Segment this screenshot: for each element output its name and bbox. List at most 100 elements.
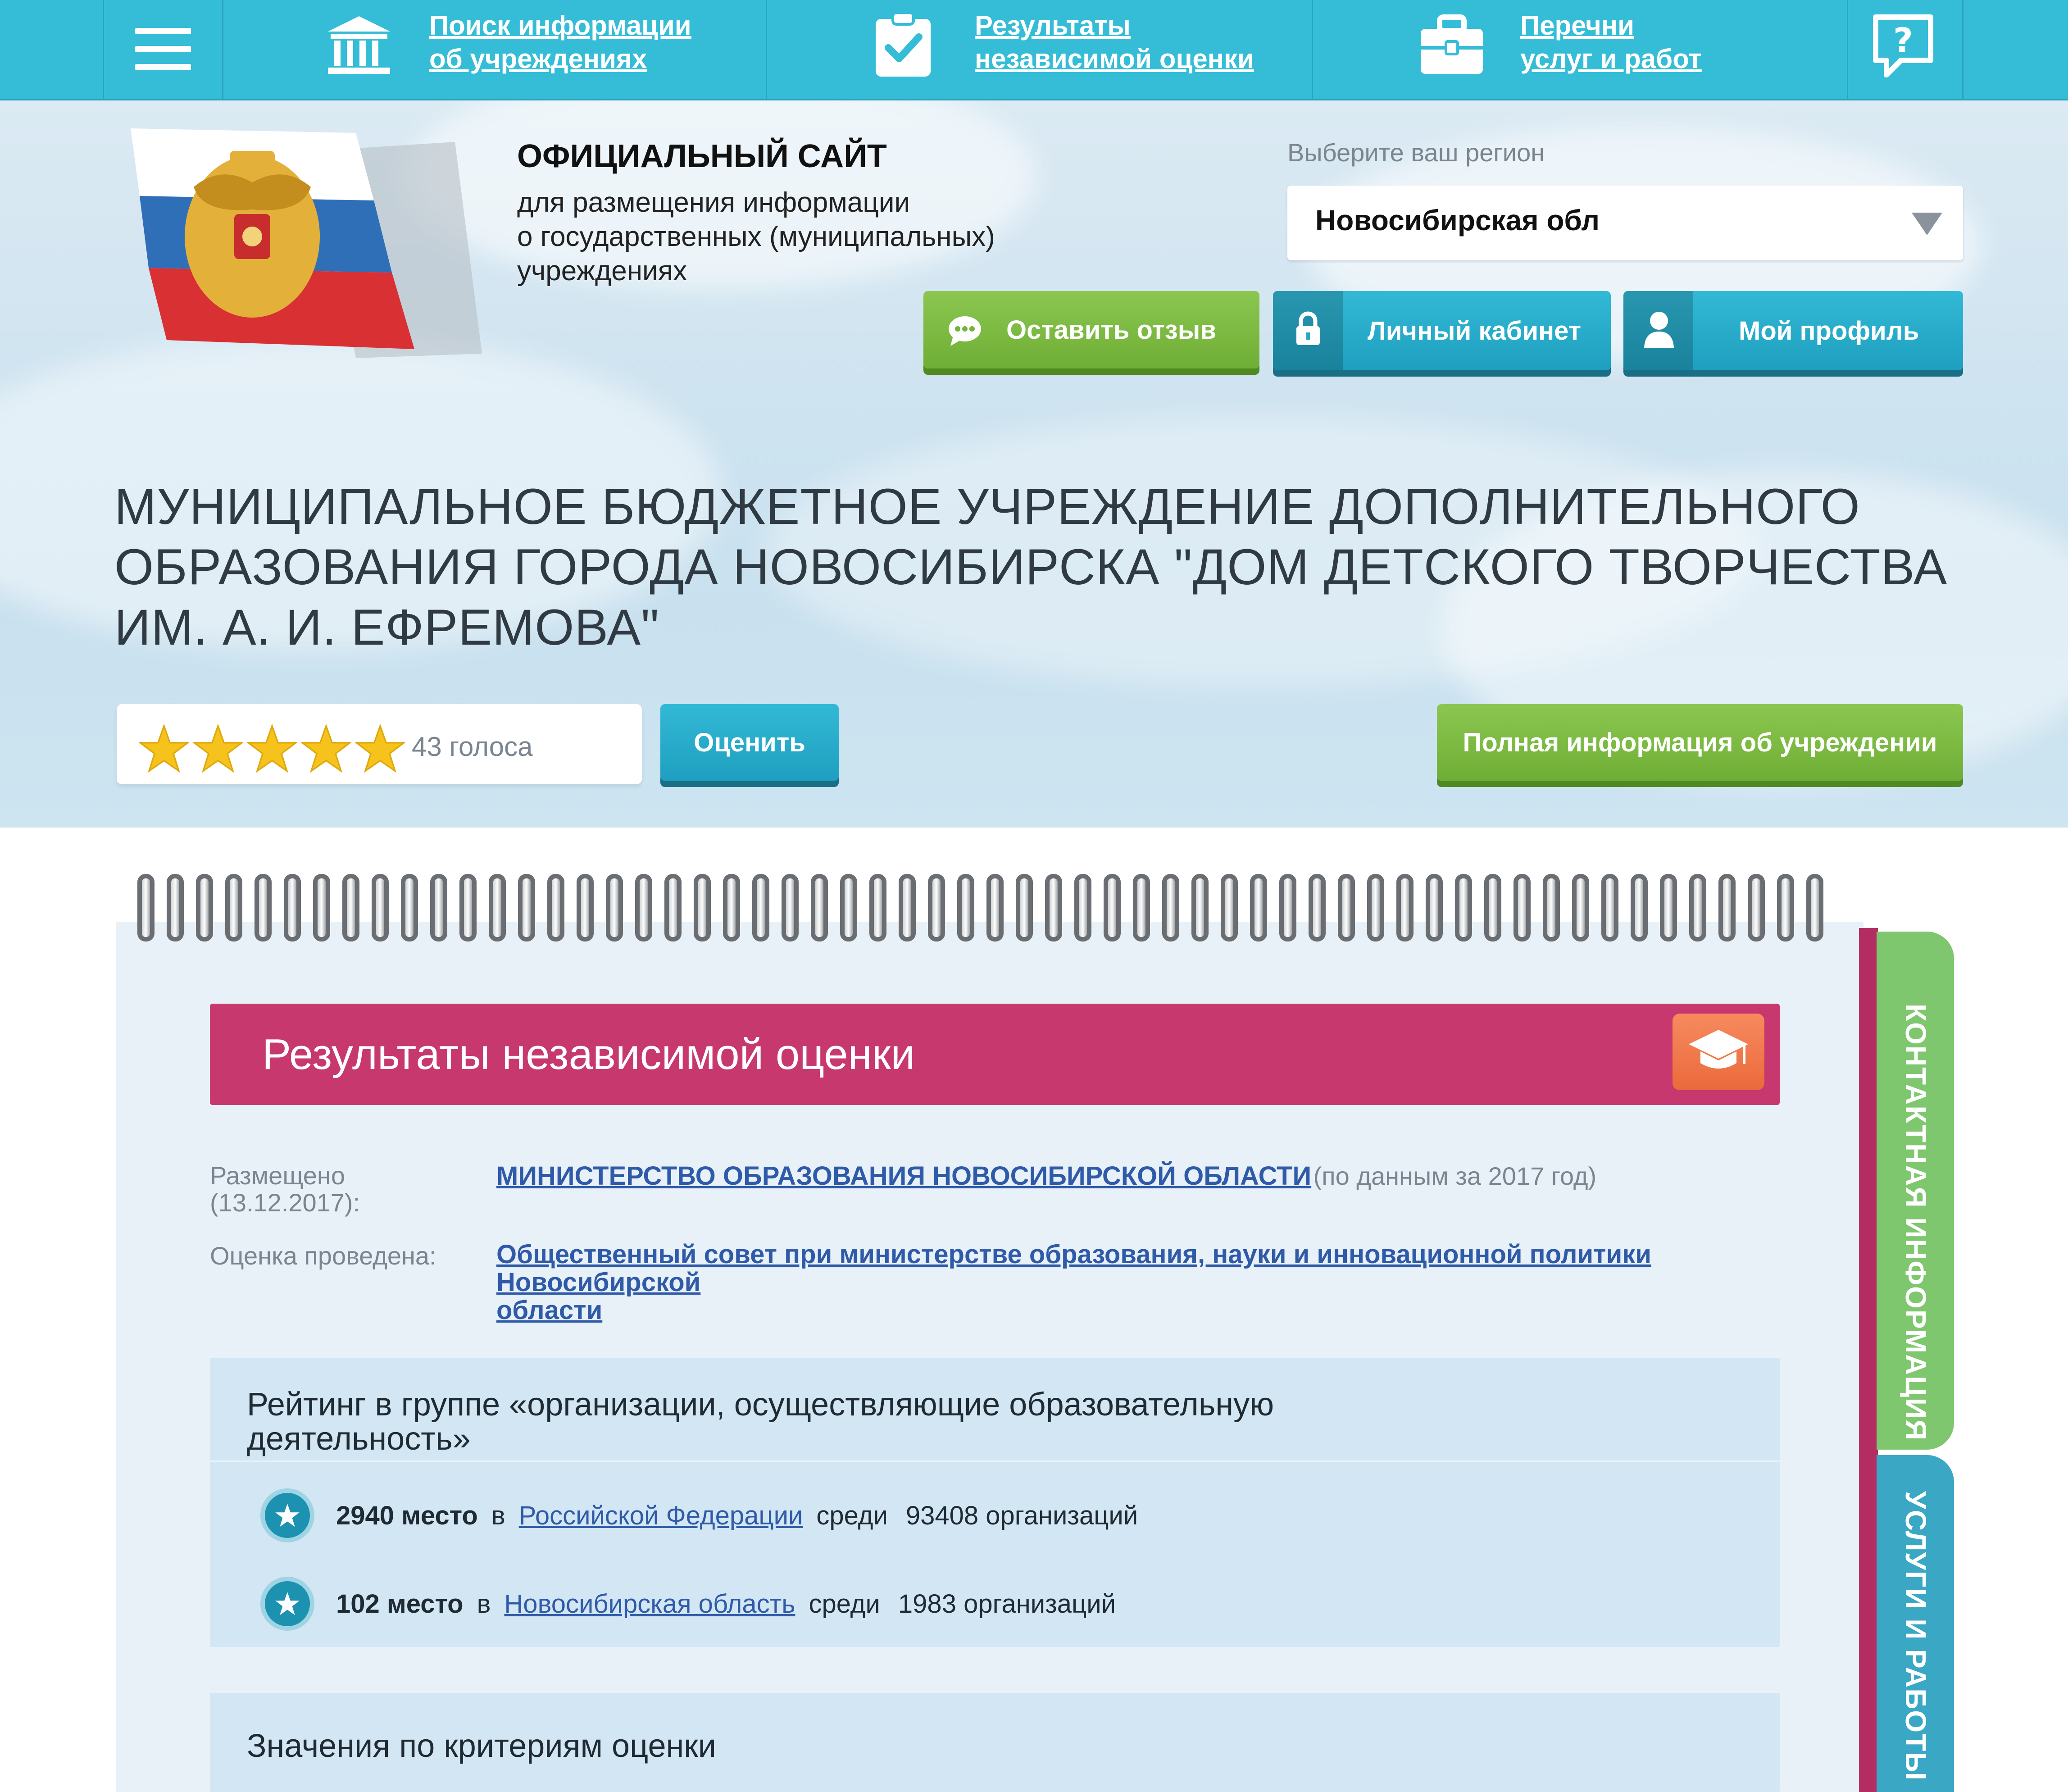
rank-place: 102 место (336, 1589, 464, 1619)
spiral-coil (459, 874, 477, 941)
nav-results-line1: Результаты (975, 10, 1131, 41)
spiral-coil (430, 874, 447, 941)
spiral-coil (869, 874, 886, 941)
spiral-coil (518, 874, 535, 941)
leave-feedback-label: Оставить отзыв (1006, 315, 1216, 345)
spiral-coil (1367, 874, 1384, 941)
spiral-coil (1074, 874, 1091, 941)
nav-service-lists-link[interactable]: Перечни услуг и работ (1520, 9, 1702, 76)
spiral-coil (342, 874, 359, 941)
spiral-coil (694, 874, 711, 941)
star-rating-widget[interactable]: 43 голоса (117, 704, 642, 784)
rank-region-link[interactable]: Новосибирская область (504, 1589, 795, 1619)
spiral-coil (1279, 874, 1296, 941)
region-select-value: Новосибирская обл (1315, 204, 1600, 237)
nav-search-institutions-link[interactable]: Поиск информации об учреждениях (429, 9, 691, 76)
spiral-coil (1250, 874, 1267, 941)
posted-label-line2: (13.12.2017): (210, 1188, 360, 1217)
tab-services-label: УСЛУГИ И РАБОТЫ (1900, 1491, 1932, 1781)
rank-among: среди (809, 1589, 880, 1619)
spiral-coil (1748, 874, 1765, 941)
my-profile-button[interactable]: Мой профиль (1623, 291, 1963, 370)
spiral-coil (1309, 874, 1326, 941)
chevron-down-icon (1912, 213, 1942, 235)
help-chat-icon[interactable]: ? (1869, 11, 1937, 78)
spiral-coil (401, 874, 418, 941)
rank-among: среди (816, 1501, 888, 1530)
tab-services-works[interactable]: УСЛУГИ И РАБОТЫ (1877, 1455, 1954, 1792)
rate-button[interactable]: Оценить (660, 704, 839, 781)
rating-panel: Рейтинг в группе «организации, осуществл… (210, 1358, 1780, 1647)
spiral-coil (489, 874, 506, 941)
star-icon[interactable] (355, 724, 405, 773)
rank-region-link[interactable]: Российской Федерации (519, 1501, 803, 1531)
posted-by-row: МИНИСТЕРСТВО ОБРАЗОВАНИЯ НОВОСИБИРСКОЙ О… (496, 1161, 1596, 1191)
rank-count: 1983 организаций (898, 1589, 1116, 1619)
spiral-coil (1191, 874, 1209, 941)
menu-icon[interactable] (135, 28, 194, 73)
spiral-coil (752, 874, 769, 941)
spiral-coil (1718, 874, 1736, 941)
lock-icon (1296, 311, 1320, 345)
spiral-coil (1689, 874, 1706, 941)
spiral-coil (225, 874, 242, 941)
nav-search-line2: об учреждениях (429, 44, 647, 74)
spiral-coil (1572, 874, 1589, 941)
lock-icon-cell (1273, 291, 1343, 370)
rank-row-region: 102 место в Новосибирская область среди … (260, 1577, 1116, 1631)
spiral-coil (1221, 874, 1238, 941)
nav-divider (1962, 0, 1963, 99)
rank-count: 93408 организаций (905, 1501, 1138, 1530)
star-icon[interactable] (301, 724, 351, 773)
spiral-coil (547, 874, 564, 941)
nav-divider (766, 0, 767, 99)
spiral-coil (1396, 874, 1414, 941)
rank-in: в (491, 1501, 505, 1530)
institution-title: МУНИЦИПАЛЬНОЕ БЮДЖЕТНОЕ УЧРЕЖДЕНИЕ ДОПОЛ… (114, 477, 2006, 658)
spiral-coil (635, 874, 652, 941)
spiral-coil (664, 874, 682, 941)
institution-title-line3: ИМ. А. И. ЕФРЕМОВА" (114, 599, 659, 655)
spiral-coil (782, 874, 799, 941)
spiral-coil (1806, 874, 1823, 941)
spiral-coil (313, 874, 330, 941)
spiral-coil (840, 874, 857, 941)
top-navigation: Поиск информации об учреждениях Результа… (0, 0, 2068, 100)
rating-title-line2: деятельность» (247, 1421, 471, 1457)
region-select[interactable]: Новосибирская обл (1287, 186, 1963, 260)
institution-title-line1: МУНИЦИПАЛЬНОЕ БЮДЖЕТНОЕ УЧРЕЖДЕНИЕ ДОПОЛ… (114, 478, 1860, 535)
spiral-coil (1601, 874, 1618, 941)
nav-divider (103, 0, 104, 99)
institution-title-line2: ОБРАЗОВАНИЯ ГОРОДА НОВОСИБИРСКА "ДОМ ДЕТ… (114, 539, 1948, 595)
leave-feedback-button[interactable]: Оставить отзыв (923, 291, 1259, 368)
full-info-label: Полная информация об учреждении (1463, 728, 1937, 757)
user-icon (1644, 312, 1674, 348)
criteria-title: Значения по критериям оценки (247, 1728, 716, 1764)
public-council-link-line1: Общественный совет при министерстве обра… (496, 1240, 1651, 1297)
spiral-coil (372, 874, 389, 941)
star-icon[interactable] (139, 724, 189, 773)
spiral-coil (196, 874, 213, 941)
public-council-link-line2: области (496, 1296, 603, 1325)
tab-contact-label: КОНТАКТНАЯ ИНФОРМАЦИЯ (1900, 1004, 1932, 1442)
user-icon-cell (1623, 291, 1693, 370)
site-subtitle-line3: учреждениях (517, 255, 687, 287)
spiral-coil (1455, 874, 1472, 941)
nav-divider (1847, 0, 1848, 99)
spiral-coil (1162, 874, 1179, 941)
spiral-coil (1777, 874, 1794, 941)
spiral-coil (1133, 874, 1150, 941)
star-icon[interactable] (247, 724, 297, 773)
nav-lists-line1: Перечни (1520, 10, 1634, 41)
star-icon[interactable] (193, 724, 243, 773)
full-institution-info-button[interactable]: Полная информация об учреждении (1437, 704, 1963, 781)
rank-row-russia: 2940 место в Российской Федерации среди … (260, 1488, 1138, 1542)
ministry-link[interactable]: МИНИСТЕРСТВО ОБРАЗОВАНИЯ НОВОСИБИРСКОЙ О… (496, 1161, 1311, 1191)
spiral-coil (1660, 874, 1677, 941)
nav-independent-results-link[interactable]: Результаты независимой оценки (975, 9, 1254, 76)
tab-contact-info[interactable]: КОНТАКТНАЯ ИНФОРМАЦИЯ (1877, 932, 1954, 1450)
personal-cabinet-button[interactable]: Личный кабинет (1273, 291, 1611, 370)
public-council-link[interactable]: Общественный совет при министерстве обра… (496, 1241, 1830, 1324)
spiral-coil (284, 874, 301, 941)
nav-lists-line2: услуг и работ (1520, 44, 1702, 74)
